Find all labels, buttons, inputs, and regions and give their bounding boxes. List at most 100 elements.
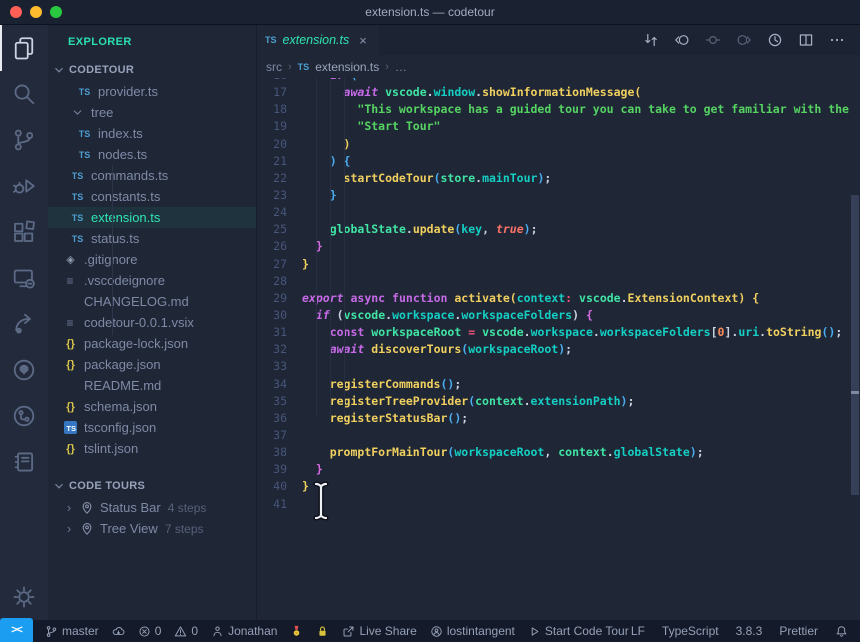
breadcrumb-root[interactable]: src [266,60,282,74]
file-tree-item-codetour-0-0-1-vsix[interactable]: ≡codetour-0.0.1.vsix [48,312,256,333]
open-timeline-button[interactable] [767,32,783,48]
code-line-40[interactable]: 40} [257,478,860,495]
code-line-28[interactable]: 28 [257,273,860,290]
code-line-36[interactable]: 36 registerStatusBar(); [257,410,860,427]
status-profile[interactable]: Jonathan [211,624,277,638]
file-tree-item-commands-ts[interactable]: TScommands.ts [48,165,256,186]
code-line-34[interactable]: 34 registerCommands(); [257,376,860,393]
more-actions-button[interactable] [829,32,845,48]
status-language-mode[interactable]: TypeScript [662,624,719,638]
code-line-20[interactable]: 20 ) [257,136,860,153]
line-number: 38 [257,444,287,461]
status-sync[interactable] [112,625,125,638]
tab-extension-ts[interactable]: TS extension.ts × [257,25,379,55]
code-line-31[interactable]: 31 const workspaceRoot = vscode.workspac… [257,324,860,341]
status-badge-lock[interactable] [316,625,329,638]
file-tree-item-extension-ts[interactable]: TSextension.ts [48,207,256,228]
navigate-dim-button[interactable] [705,32,721,48]
status-start-code-tour[interactable]: Start Code Tour [528,624,629,638]
file-tree-item-tree[interactable]: tree [48,102,256,123]
code-line-25[interactable]: 25 globalState.update(key, true); [257,221,860,238]
close-tab-icon[interactable]: × [359,33,367,48]
activity-bar-item-run-debug[interactable] [0,163,48,209]
status-eol[interactable]: LF [631,624,645,638]
section-code-tours[interactable]: CODE TOURS [48,475,256,497]
code-line-27[interactable]: 27} [257,256,860,273]
minimize-window-button[interactable] [30,6,42,18]
file-tree-item-status-ts[interactable]: TSstatus.ts [48,228,256,249]
activity-bar-item-timeline[interactable] [0,393,48,439]
activity-bar-item-notebook[interactable] [0,439,48,485]
code-line-19[interactable]: 19 "Start Tour" [257,118,860,135]
code-line-23[interactable]: 23 } [257,187,860,204]
activity-bar-item-settings[interactable] [0,574,48,620]
code-line-22[interactable]: 22 startCodeTour(store.mainTour); [257,170,860,187]
status-ts-version[interactable]: 3.8.3 [736,624,763,638]
remote-indicator[interactable]: >< [0,618,33,642]
navigate-back-button[interactable] [674,32,690,48]
code-line-17[interactable]: 17 await vscode.window.showInformationMe… [257,84,860,101]
breadcrumb-file[interactable]: extension.ts [315,60,379,74]
code-line-24[interactable]: 24 [257,204,860,221]
breadcrumb[interactable]: src › TS extension.ts › … [257,55,860,78]
code-line-33[interactable]: 33 [257,358,860,375]
split-editor-button[interactable] [798,32,814,48]
activity-bar-item-source-control[interactable] [0,117,48,163]
file-tree-item-provider-ts[interactable]: TSprovider.ts [48,81,256,102]
file-tree-item-index-ts[interactable]: TSindex.ts [48,123,256,144]
status-live-share[interactable]: Live Share [342,624,416,638]
file-tree-item-changelog-md[interactable]: CHANGELOG.md [48,291,256,312]
activity-bar-item-explorer[interactable] [0,25,48,71]
file-tree-item--vscodeignore[interactable]: ≡.vscodeignore [48,270,256,291]
activity-bar-item-live-share[interactable] [0,301,48,347]
code-line-18[interactable]: 18 "This workspace has a guided tour you… [257,101,860,118]
code-line-30[interactable]: 30 if (vscode.workspace.workspaceFolders… [257,307,860,324]
file-tree-item-constants-ts[interactable]: TSconstants.ts [48,186,256,207]
file-label: index.ts [98,126,143,141]
file-tree-item-package-json[interactable]: {}package.json [48,354,256,375]
code-line-29[interactable]: 29export async function activate(context… [257,290,860,307]
navigate-forward-button[interactable] [736,32,752,48]
code-line-41[interactable]: 41 [257,496,860,513]
activity-bar-item-search[interactable] [0,71,48,117]
code-line-21[interactable]: 21 ) { [257,153,860,170]
status-presence[interactable]: lostintangent [430,624,515,638]
status-notifications[interactable] [835,625,848,638]
file-tree-item-tsconfig-json[interactable]: TStsconfig.json [48,417,256,438]
code-line-37[interactable]: 37 [257,427,860,444]
tour-label: Status Bar [100,500,161,515]
file-tree-item-readme-md[interactable]: README.md [48,375,256,396]
line-content: } [287,238,323,255]
file-tree-item-tslint-json[interactable]: {}tslint.json [48,438,256,459]
file-tree-item--gitignore[interactable]: ◈.gitignore [48,249,256,270]
chevron-right-icon: › [385,61,389,73]
file-tree-item-schema-json[interactable]: {}schema.json [48,396,256,417]
line-number: 31 [257,324,287,341]
activity-bar-item-extensions[interactable] [0,209,48,255]
code-line-32[interactable]: 32 await discoverTours(workspaceRoot); [257,341,860,358]
code-line-26[interactable]: 26 } [257,238,860,255]
code-line-35[interactable]: 35 registerTreeProvider(context.extensio… [257,393,860,410]
code-line-39[interactable]: 39 } [257,461,860,478]
status-git-branch[interactable]: master [45,624,99,638]
activity-bar-item-github[interactable] [0,347,48,393]
file-tree-item-package-lock-json[interactable]: {}package-lock.json [48,333,256,354]
file-tree-item-nodes-ts[interactable]: TSnodes.ts [48,144,256,165]
code-tour-item-status-bar[interactable]: ›Status Bar4 steps [48,497,256,518]
code-line-38[interactable]: 38 promptForMainTour(workspaceRoot, cont… [257,444,860,461]
breadcrumb-more[interactable]: … [395,60,407,74]
github-icon [12,358,36,382]
status-badge-medal[interactable] [290,625,303,638]
status-warnings[interactable]: 0 [174,624,198,638]
open-changes-button[interactable] [643,32,659,48]
activity-bar-item-remote-explorer[interactable] [0,255,48,301]
editor-scrollbar[interactable] [851,195,859,495]
status-errors[interactable]: 0 [138,624,162,638]
close-window-button[interactable] [10,6,22,18]
status-formatter[interactable]: Prettier [779,624,818,638]
code-editor[interactable]: 16 if (17 await vscode.window.showInform… [257,78,860,620]
code-tour-item-tree-view[interactable]: ›Tree View7 steps [48,518,256,539]
maximize-window-button[interactable] [50,6,62,18]
more-icon [829,32,845,48]
section-codetour[interactable]: CODETOUR [48,59,256,81]
